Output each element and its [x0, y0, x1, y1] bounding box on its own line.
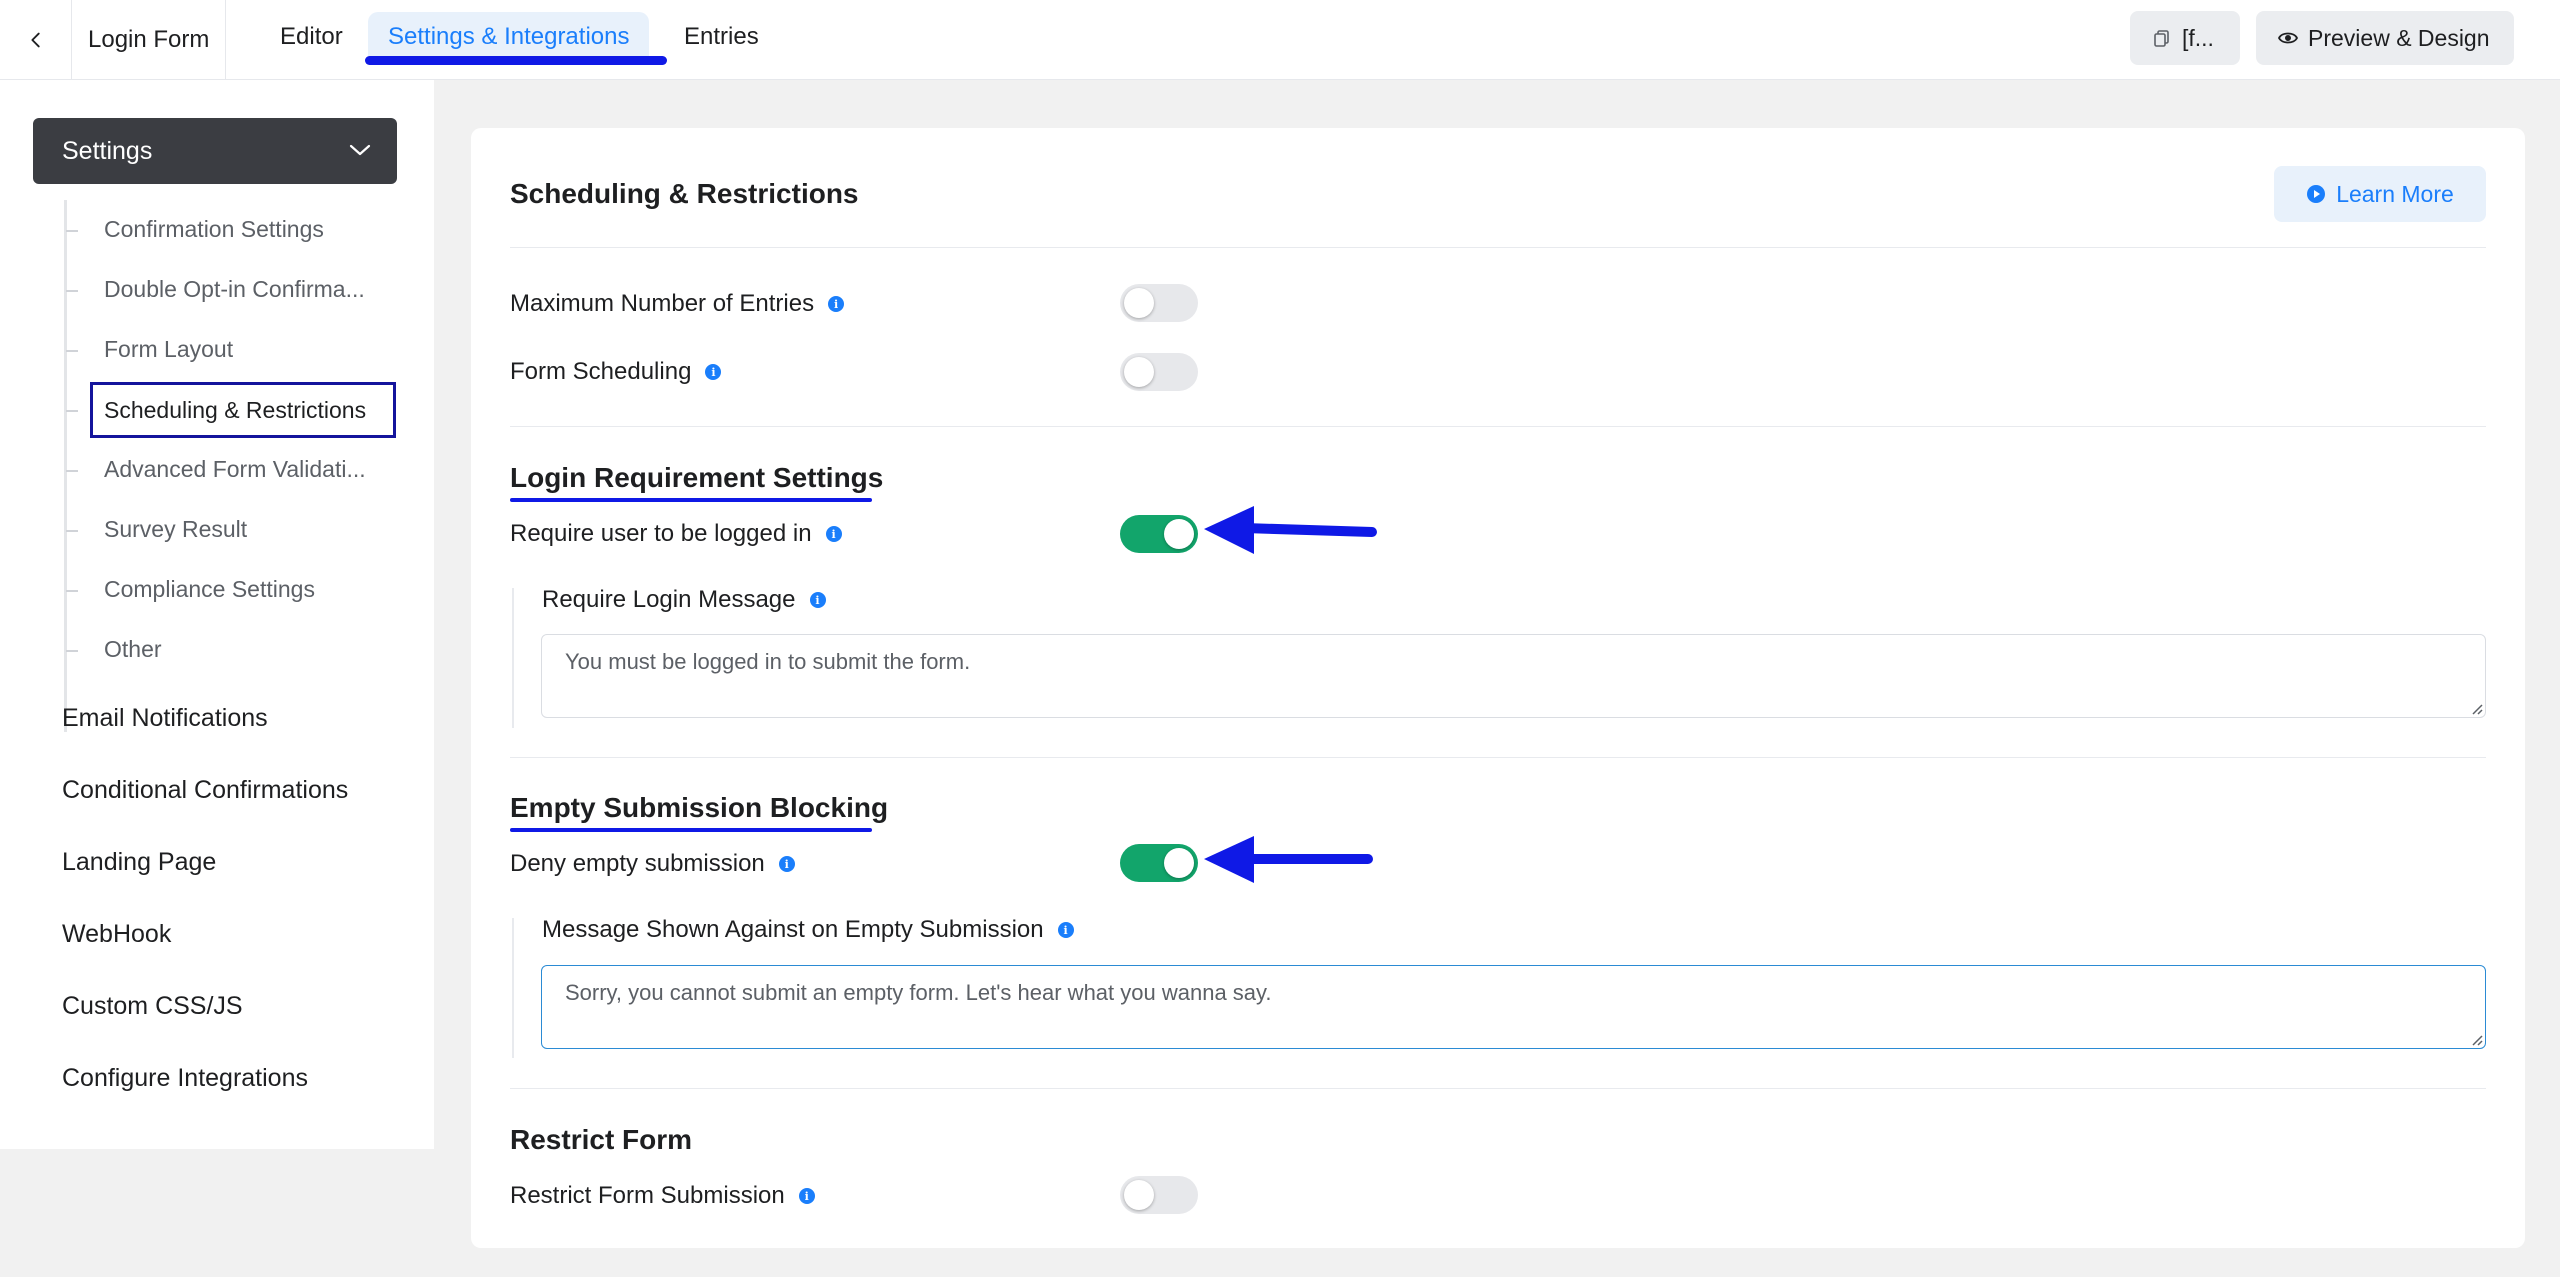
chevron-left-icon [30, 32, 40, 48]
info-icon[interactable]: i [798, 1188, 815, 1204]
annotation-underline [510, 828, 872, 832]
annotation-arrow [1204, 506, 1377, 554]
resize-handle-icon[interactable] [2469, 701, 2483, 715]
tree-line [64, 200, 67, 732]
top-bar: Login Form Editor Settings & Integration… [0, 0, 2560, 80]
copy-icon [2154, 30, 2169, 47]
divider [510, 1088, 2486, 1089]
sidebar-item-confirmation-settings[interactable]: Confirmation Settings [104, 209, 324, 249]
login-requirement-title: Login Requirement Settings [510, 462, 884, 493]
require-login-label: Require user to be logged in i [510, 520, 842, 548]
tab-settings-integrations[interactable]: Settings & Integrations [368, 12, 650, 62]
deny-empty-label: Deny empty submission i [510, 850, 795, 878]
deny-empty-toggle[interactable] [1120, 844, 1198, 882]
indent-line [512, 588, 514, 728]
sidebar-item-advanced-validation[interactable]: Advanced Form Validati... [104, 449, 366, 489]
max-entries-text: Maximum Number of Entries [510, 290, 815, 317]
tree-tick [66, 230, 78, 232]
indent-line [512, 918, 514, 1058]
form-scheduling-label: Form Scheduling i [510, 358, 722, 386]
empty-message-textarea[interactable]: Sorry, you cannot submit an empty form. … [541, 965, 2486, 1049]
toggle-knob [1164, 519, 1194, 549]
tree-tick [66, 590, 78, 592]
login-message-text: Require Login Message [542, 586, 796, 613]
form-title: Login Form [72, 0, 226, 80]
settings-dropdown-label: Settings [62, 136, 153, 165]
login-message-label: Require Login Message i [542, 586, 826, 614]
sidebar-item-compliance-settings[interactable]: Compliance Settings [104, 569, 315, 609]
tree-tick [66, 650, 78, 652]
play-circle-icon [2307, 185, 2326, 203]
shortcode-button[interactable]: [f... [2130, 11, 2240, 65]
divider [510, 426, 2486, 427]
toggle-knob [1124, 1180, 1154, 1210]
divider [510, 247, 2486, 248]
toggle-knob [1124, 288, 1154, 318]
form-scheduling-text: Form Scheduling [510, 358, 692, 385]
info-icon[interactable]: i [1057, 922, 1074, 938]
tree-tick [66, 410, 78, 412]
learn-more-button[interactable]: Learn More [2274, 166, 2486, 222]
sidebar-item-survey-result[interactable]: Survey Result [104, 509, 247, 549]
sidebar-item-landing-page[interactable]: Landing Page [62, 842, 216, 882]
info-icon[interactable]: i [828, 296, 845, 312]
info-icon[interactable]: i [705, 364, 722, 380]
sidebar-item-email-notifications[interactable]: Email Notifications [62, 698, 268, 738]
divider [510, 757, 2486, 758]
tab-editor[interactable]: Editor [260, 12, 363, 62]
tab-entries[interactable]: Entries [664, 12, 779, 62]
deny-empty-text: Deny empty submission [510, 850, 765, 877]
sidebar-item-conditional-confirmations[interactable]: Conditional Confirmations [62, 770, 348, 810]
tree-tick [66, 290, 78, 292]
require-login-toggle[interactable] [1120, 515, 1198, 553]
preview-design-label: Preview & Design [2308, 24, 2490, 51]
sidebar-item-scheduling-restrictions[interactable]: Scheduling & Restrictions [90, 382, 396, 438]
info-icon[interactable]: i [809, 592, 826, 608]
restrict-submission-label: Restrict Form Submission i [510, 1182, 815, 1210]
settings-sidebar: Settings Confirmation Settings Double Op… [0, 80, 434, 1149]
annotation-underline [365, 56, 667, 65]
settings-dropdown[interactable]: Settings [33, 118, 397, 184]
login-message-textarea[interactable]: You must be logged in to submit the form… [541, 634, 2486, 718]
tree-tick [66, 470, 78, 472]
sidebar-item-custom-css-js[interactable]: Custom CSS/JS [62, 986, 243, 1026]
empty-message-label: Message Shown Against on Empty Submissio… [542, 916, 1074, 944]
annotation-arrow [1204, 836, 1373, 883]
sidebar-item-webhook[interactable]: WebHook [62, 914, 171, 954]
tree-tick [66, 530, 78, 532]
toggle-knob [1124, 357, 1154, 387]
max-entries-toggle[interactable] [1120, 284, 1198, 322]
preview-design-button[interactable]: Preview & Design [2256, 11, 2514, 65]
toggle-knob [1164, 848, 1194, 878]
empty-submission-title: Empty Submission Blocking [510, 792, 889, 823]
sidebar-item-form-layout[interactable]: Form Layout [104, 329, 233, 369]
page-title: Scheduling & Restrictions [510, 178, 859, 209]
form-scheduling-toggle[interactable] [1120, 353, 1198, 391]
require-login-text: Require user to be logged in [510, 520, 812, 547]
settings-card: Scheduling & Restrictions Learn More Max… [471, 128, 2525, 1248]
tree-tick [66, 350, 78, 352]
login-message-value: You must be logged in to submit the form… [565, 649, 971, 674]
sidebar-item-configure-integrations[interactable]: Configure Integrations [62, 1058, 308, 1098]
sidebar-item-other[interactable]: Other [104, 629, 162, 669]
restrict-submission-toggle[interactable] [1120, 1176, 1198, 1214]
sidebar-item-double-opt-in[interactable]: Double Opt-in Confirma... [104, 269, 365, 309]
learn-more-label: Learn More [2336, 180, 2454, 207]
shortcode-label: [f... [2182, 24, 2214, 51]
empty-message-text: Message Shown Against on Empty Submissio… [542, 916, 1044, 943]
back-button[interactable] [0, 0, 72, 80]
resize-handle-icon[interactable] [2469, 1032, 2483, 1046]
restrict-submission-text: Restrict Form Submission [510, 1182, 785, 1209]
restrict-form-title: Restrict Form [510, 1124, 693, 1155]
annotation-underline [510, 498, 872, 502]
info-icon[interactable]: i [825, 526, 842, 542]
empty-message-value: Sorry, you cannot submit an empty form. … [565, 980, 1272, 1005]
eye-icon [2278, 32, 2298, 44]
max-entries-label: Maximum Number of Entries i [510, 290, 845, 318]
chevron-down-icon [349, 144, 371, 156]
info-icon[interactable]: i [778, 856, 795, 872]
